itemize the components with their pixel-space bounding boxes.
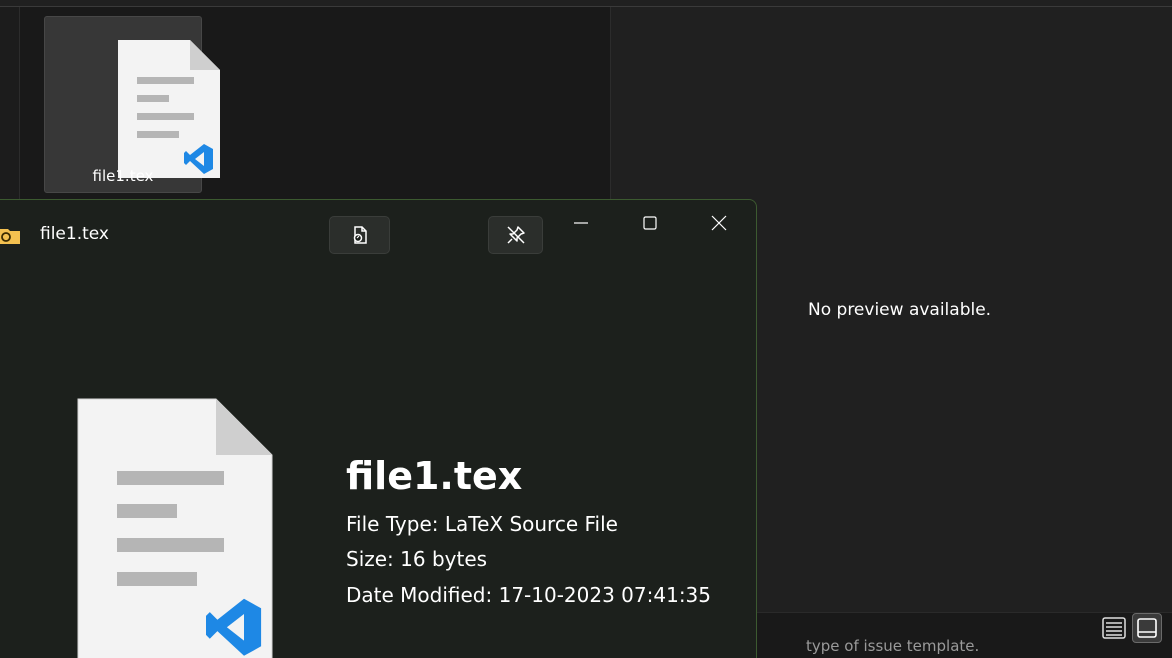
pin-button[interactable] (488, 216, 543, 254)
minimize-icon (574, 222, 588, 224)
preview-message: No preview available. (808, 300, 992, 320)
details-view-button[interactable] (1099, 613, 1129, 643)
date-modified-line: Date Modified: 17-10-2023 07:41:35 (346, 583, 712, 607)
folder-icon (0, 229, 20, 244)
close-icon (711, 215, 727, 231)
top-border (0, 0, 1172, 7)
navigation-pane (0, 7, 20, 207)
vscode-file-large-icon (77, 398, 273, 658)
file-size-line: Size: 16 bytes (346, 547, 488, 571)
file-tile-label: file1.tex (92, 167, 154, 185)
pin-icon (506, 226, 525, 244)
maximize-button[interactable] (627, 205, 673, 241)
status-peek-text: type of issue template. (806, 637, 980, 655)
close-button[interactable] (696, 205, 742, 241)
peek-title: file1.tex (40, 224, 109, 244)
details-view-icon (1102, 617, 1126, 639)
minimize-button[interactable] (558, 205, 604, 241)
open-with-icon (353, 226, 367, 244)
maximize-icon (643, 216, 657, 230)
file-type-line: File Type: LaTeX Source File (346, 512, 618, 536)
file-name-heading: file1.tex (346, 454, 523, 498)
tiles-view-button[interactable] (1132, 613, 1162, 643)
tiles-view-icon (1137, 618, 1157, 638)
open-with-button[interactable] (329, 216, 390, 254)
vscode-file-icon (118, 40, 220, 178)
